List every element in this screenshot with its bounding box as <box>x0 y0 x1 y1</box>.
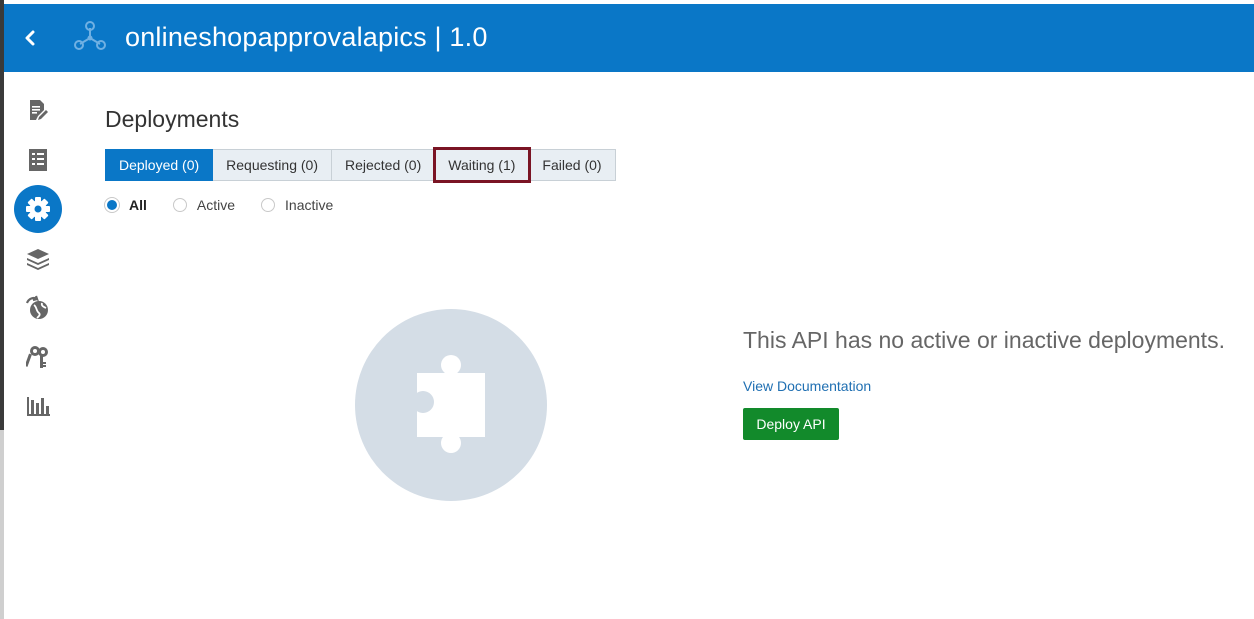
view-documentation-link[interactable]: View Documentation <box>743 378 871 394</box>
layers-icon <box>27 249 49 270</box>
empty-state-illustration <box>355 309 547 501</box>
deployment-tabs: Deployed (0) Requesting (0) Rejected (0)… <box>105 147 616 183</box>
sidebar-item-api-implementation[interactable] <box>14 86 62 134</box>
sidebar-item-publication[interactable] <box>14 235 62 283</box>
bar-chart-icon <box>27 397 50 416</box>
api-title: onlineshopapprovalapics | 1.0 <box>125 22 488 52</box>
radio-inactive[interactable]: Inactive <box>261 197 333 213</box>
app-header: onlineshopapprovalapics | 1.0 <box>4 4 1254 72</box>
sidebar <box>4 72 76 619</box>
back-button[interactable] <box>18 26 42 50</box>
tab-rejected[interactable]: Rejected (0) <box>331 149 436 181</box>
sidebar-item-grants[interactable] <box>14 284 62 332</box>
deploy-api-button[interactable]: Deploy API <box>743 408 839 440</box>
chevron-left-icon <box>25 30 35 46</box>
radio-button[interactable] <box>105 198 119 212</box>
sidebar-item-deployments[interactable] <box>14 185 62 233</box>
radio-label: All <box>129 197 147 213</box>
sidebar-item-security[interactable] <box>14 333 62 381</box>
puzzle-piece-icon <box>412 355 485 453</box>
radio-label: Active <box>196 197 236 213</box>
radio-label: Inactive <box>285 197 334 213</box>
empty-state-message: This API has no active or inactive deplo… <box>743 327 1225 353</box>
radio-button[interactable] <box>172 198 187 212</box>
document-edit-icon <box>30 100 48 120</box>
gear-icon <box>26 197 50 221</box>
tab-failed[interactable]: Failed (0) <box>529 149 616 181</box>
globe-share-icon <box>25 295 48 319</box>
keys-icon <box>26 346 48 368</box>
tab-deployed[interactable]: Deployed (0) <box>105 149 214 181</box>
radio-active[interactable]: Active <box>172 197 236 213</box>
radio-all[interactable]: All <box>105 197 147 213</box>
api-icon <box>74 21 106 50</box>
sidebar-item-api-request[interactable] <box>14 136 62 184</box>
page-title: Deployments <box>105 106 240 132</box>
sidebar-item-analytics[interactable] <box>14 382 62 430</box>
tab-requesting[interactable]: Requesting (0) <box>213 149 332 181</box>
tab-waiting[interactable]: Waiting (1) <box>433 147 532 183</box>
status-filter: All Active Inactive <box>105 197 359 213</box>
checklist-icon <box>29 149 47 171</box>
radio-button[interactable] <box>261 198 276 212</box>
